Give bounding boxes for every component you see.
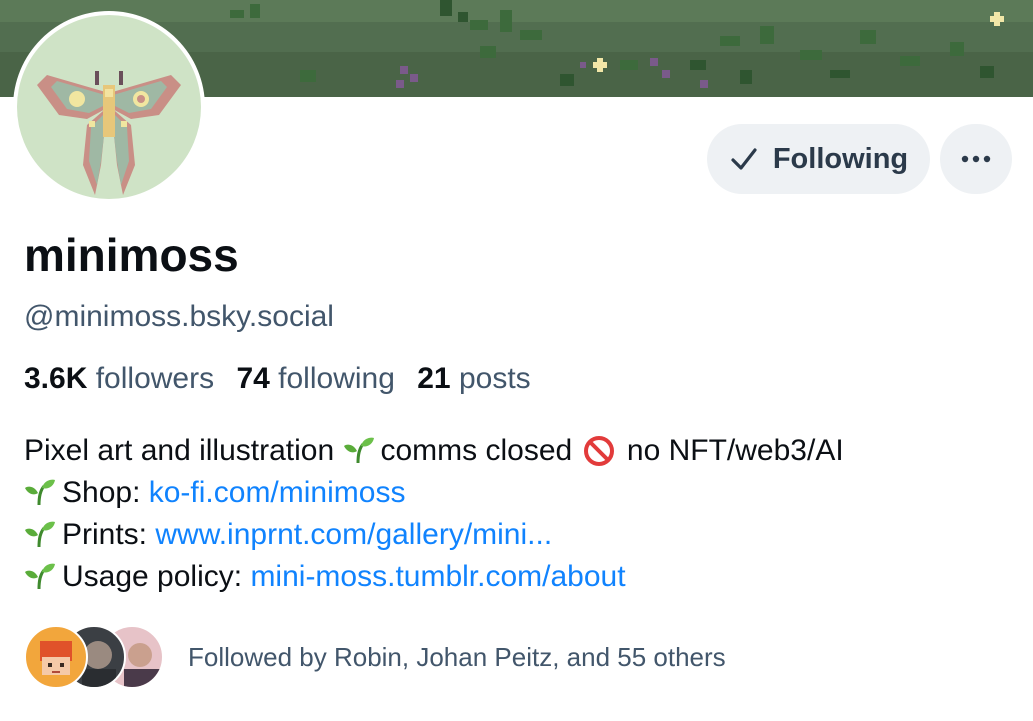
posts-count: 21 <box>417 362 451 395</box>
sprout-emoji-icon <box>343 437 374 464</box>
posts-stat: 21 posts <box>417 362 530 395</box>
following-button-label: Following <box>772 142 909 175</box>
followers-count: 3.6K <box>24 362 88 395</box>
check-icon <box>731 148 757 170</box>
following-stat[interactable]: 74 following <box>236 362 394 395</box>
followed-by-text: Followed by Robin, Johan Peitz, and 55 o… <box>188 641 726 672</box>
bio-text-policy: no NFT/web3/AI <box>626 434 844 467</box>
posts-label: posts <box>458 362 531 395</box>
bio-line-shop: Shop: ko-fi.com/minimoss <box>24 472 844 514</box>
avatar-image <box>17 15 201 199</box>
followers-stat[interactable]: 3.6K followers <box>24 362 214 395</box>
shop-label: Shop: <box>62 476 141 509</box>
following-label: following <box>278 362 395 395</box>
profile-handle: @minimoss.bsky.social <box>24 300 334 333</box>
follower-avatar <box>24 625 88 689</box>
bio-line-prints: Prints: www.inprnt.com/gallery/mini... <box>24 514 844 556</box>
ellipsis-icon <box>961 155 991 163</box>
bio-text: Pixel art and illustration <box>24 434 335 467</box>
profile-stats: 3.6K followers 74 following 21 posts <box>24 362 531 396</box>
sprout-emoji-icon <box>25 479 55 506</box>
shop-link[interactable]: ko-fi.com/minimoss <box>149 476 406 509</box>
bio-text-comms: comms closed <box>380 434 573 467</box>
following-count: 74 <box>236 362 270 395</box>
following-button[interactable]: Following <box>707 124 930 194</box>
followers-label: followers <box>95 362 215 395</box>
profile-avatar[interactable] <box>13 11 205 203</box>
sprout-emoji-icon <box>25 563 55 590</box>
pixel-face-icon <box>40 641 72 675</box>
display-name: minimoss <box>24 229 239 281</box>
profile-bio: Pixel art and illustration comms closed … <box>24 430 844 598</box>
more-options-button[interactable] <box>940 124 1012 194</box>
prints-link[interactable]: www.inprnt.com/gallery/mini... <box>155 518 552 551</box>
usage-label: Usage policy: <box>62 560 243 593</box>
no-entry-emoji-icon <box>583 436 614 466</box>
luna-moth-icon <box>37 71 181 195</box>
usage-link[interactable]: mini-moss.tumblr.com/about <box>250 560 625 593</box>
bio-line-usage: Usage policy: mini-moss.tumblr.com/about <box>24 556 844 598</box>
sprout-emoji-icon <box>25 521 55 548</box>
prints-label: Prints: <box>62 518 148 551</box>
bio-line-1: Pixel art and illustration comms closed … <box>24 430 844 472</box>
followed-by-row[interactable]: Followed by Robin, Johan Peitz, and 55 o… <box>24 625 726 689</box>
